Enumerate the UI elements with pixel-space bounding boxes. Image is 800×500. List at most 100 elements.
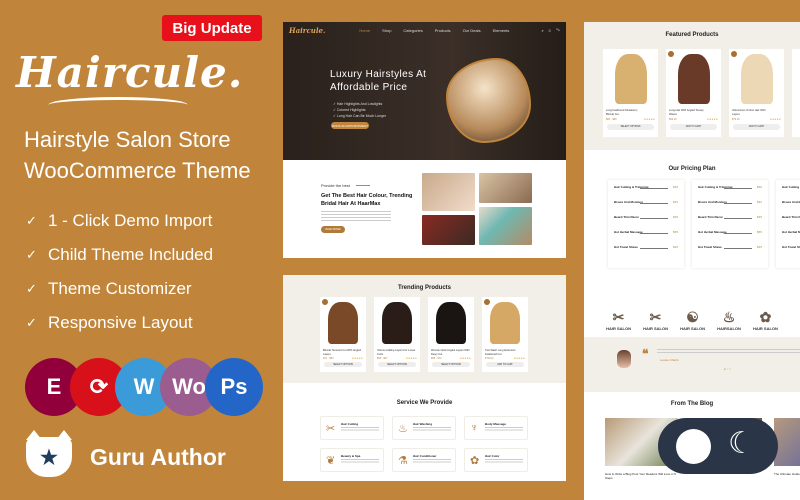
testimonial-author: Louise Charlo [660,358,679,362]
product-name[interactable]: Voluminous Ombre Hair With Layers [732,109,772,116]
product-image [382,302,412,344]
brand-emblem-icon: ✂ [649,309,662,325]
pricing-card: Hair Cutting & Trimming $30 Brows And Mo… [608,180,684,268]
service-description [413,459,451,464]
pricing-row: Hair Cutting & Trimming $30 [782,184,800,199]
product-card[interactable]: Long Feathered Strawberry Blonde Cut $80… [603,49,658,137]
rating-stars: ★★★★★ [643,118,655,121]
search-icon[interactable]: ⌕ [542,28,544,33]
feature-label: 1 - Click Demo Import [48,211,213,230]
product-name[interactable]: Woman Neck Angled Layers With Dewy Cut [431,349,471,356]
product-action-button[interactable]: ADD TO CART [486,362,524,367]
author-label: Guru Author [90,443,226,470]
product-card[interactable] [792,49,800,137]
product-action-button[interactable]: ADD TO CART [670,124,717,130]
gallery-image [422,173,475,211]
blog-image [774,418,800,466]
product-card[interactable]: Voluminous Ombre Hair With Layers $79.00… [729,49,784,137]
feature-item: ✓ Child Theme Included [26,238,213,272]
service-name: Hair Cutting [341,422,359,426]
service-card[interactable]: ❦ Beauty & Spa [320,448,384,472]
dotted-leader [724,233,752,234]
service-price: $30 [672,185,678,189]
dotted-leader [724,248,752,249]
product-name[interactable]: Long Feathered Strawberry Blonde Cut [606,109,646,116]
pricing-section: Our Pricing Plan Hair Cutting & Trimming… [584,150,800,300]
service-description [485,427,523,432]
headline-line-1: Luxury Hairstyles At [330,69,427,80]
nav-categories[interactable]: Categories [403,28,422,33]
service-price: $32 [672,200,678,204]
blog-title[interactable]: How to Write a Blog Post Your Readers Wi… [605,472,678,480]
service-card[interactable]: ♨ Hair Washing [392,416,456,440]
featured-products-section: Featured Products Long Feathered Strawbe… [584,22,800,150]
headline-line-2: Affordable Price [330,82,408,93]
book-appointment-button[interactable]: BOOK AN APPOINTMENT [331,122,369,129]
service-icon: ♨ [398,423,408,435]
service-name: Brows And Moisture [698,200,728,204]
product-card[interactable]: Two Wash Long Extension Feathered Cut $ … [482,297,528,372]
service-icon: ✂ [326,423,336,435]
big-update-badge: Big Update [162,15,262,41]
product-name[interactable]: Two Wash Long Extension Feathered Cut [485,349,525,356]
nav-products[interactable]: Products [435,28,451,33]
sale-badge [484,299,490,305]
user-icon[interactable]: ☺ [548,28,552,33]
service-card[interactable]: ✿ Hair Color [464,448,528,472]
service-name: Beard Trim Razor [698,215,723,219]
nav-shop[interactable]: Shop [382,28,391,33]
nav-home[interactable]: Home [359,28,370,33]
product-name[interactable]: Blonde Textured Cut With Angled Layers [323,349,363,356]
section-tag: Provide the best [321,183,370,188]
product-action-button[interactable]: SELECT OPTIONS [607,124,654,130]
service-name: Beard Trim Razor [614,215,639,219]
brand-logo: ✂ HAIR SALON [606,309,631,331]
cart-icon[interactable]: ⛍ [556,27,560,33]
blog-title[interactable]: The Ultimate Guide to Hair Strategies [774,472,800,476]
rating-stars: ★★★★★ [459,357,471,360]
product-price: $69.00 [669,118,677,121]
service-price: $25 [672,245,678,249]
product-action-button[interactable]: SELECT OPTIONS [378,362,416,367]
service-name: Body Massage [485,422,507,426]
product-card[interactable]: Volume Adding Layers For Loose Curls $55… [374,297,420,372]
carousel-dots[interactable]: ● ○ ○ [724,367,731,371]
service-icon: ✿ [470,455,480,467]
product-action-button[interactable]: SELECT OPTIONS [324,362,362,367]
product-card[interactable]: Blonde Textured Cut With Angled Layers $… [320,297,366,372]
service-card[interactable]: ♆ Body Massage [464,416,528,440]
nav-elements[interactable]: Elements [493,28,510,33]
service-name: Hair Washing [413,422,433,426]
service-price: $32 [756,200,762,204]
feature-list: ✓ 1 - Click Demo Import ✓ Child Theme Incl… [26,204,213,340]
dotted-leader [640,218,668,219]
check-icon: ✓ [26,247,37,262]
theme-toggle[interactable]: ☾ [658,418,778,474]
pricing-row: Hot Towel Shave $25 [614,244,678,259]
gallery-image [422,215,475,245]
feature-label: Theme Customizer [48,279,192,298]
dotted-leader [724,188,752,189]
read-more-button[interactable]: READ MORE [321,226,345,233]
product-name[interactable]: Long Hair With Angled Tousey Waves [669,109,709,116]
product-card[interactable]: Long Hair With Angled Tousey Waves $69.0… [666,49,721,137]
title-line-2: WooCommerce Theme [24,158,251,183]
section-title: Trending Products [397,285,451,291]
service-card[interactable]: ✂ Hair Cutting [320,416,384,440]
pricing-row: Brows And Moisture $32 [614,199,678,214]
service-name: Hot Towel Shave [782,245,800,249]
nav-deals[interactable]: Our Deals [463,28,481,33]
product-action-button[interactable]: SELECT OPTIONS [432,362,470,367]
service-card[interactable]: ⚗ Hair Conditioner [392,448,456,472]
service-name: Brows And Moisture [782,200,800,204]
brand-name: HAIR SALON [753,326,778,331]
product-action-button[interactable]: ADD TO CART [733,124,780,130]
services-section: Service We Provide ✂ Hair Cutting ♨ Hair… [283,383,566,481]
rating-stars: ★★★★★ [405,357,417,360]
title-line-1: Hairstyle Salon Store [24,127,231,152]
toggle-knob[interactable] [676,429,711,464]
service-price: $55 [756,230,762,234]
product-card[interactable]: Woman Neck Angled Layers With Dewy Cut $… [428,297,474,372]
product-name[interactable]: Volume Adding Layers For Loose Curls [377,349,417,356]
product-price: $80 - $89 [606,118,617,121]
